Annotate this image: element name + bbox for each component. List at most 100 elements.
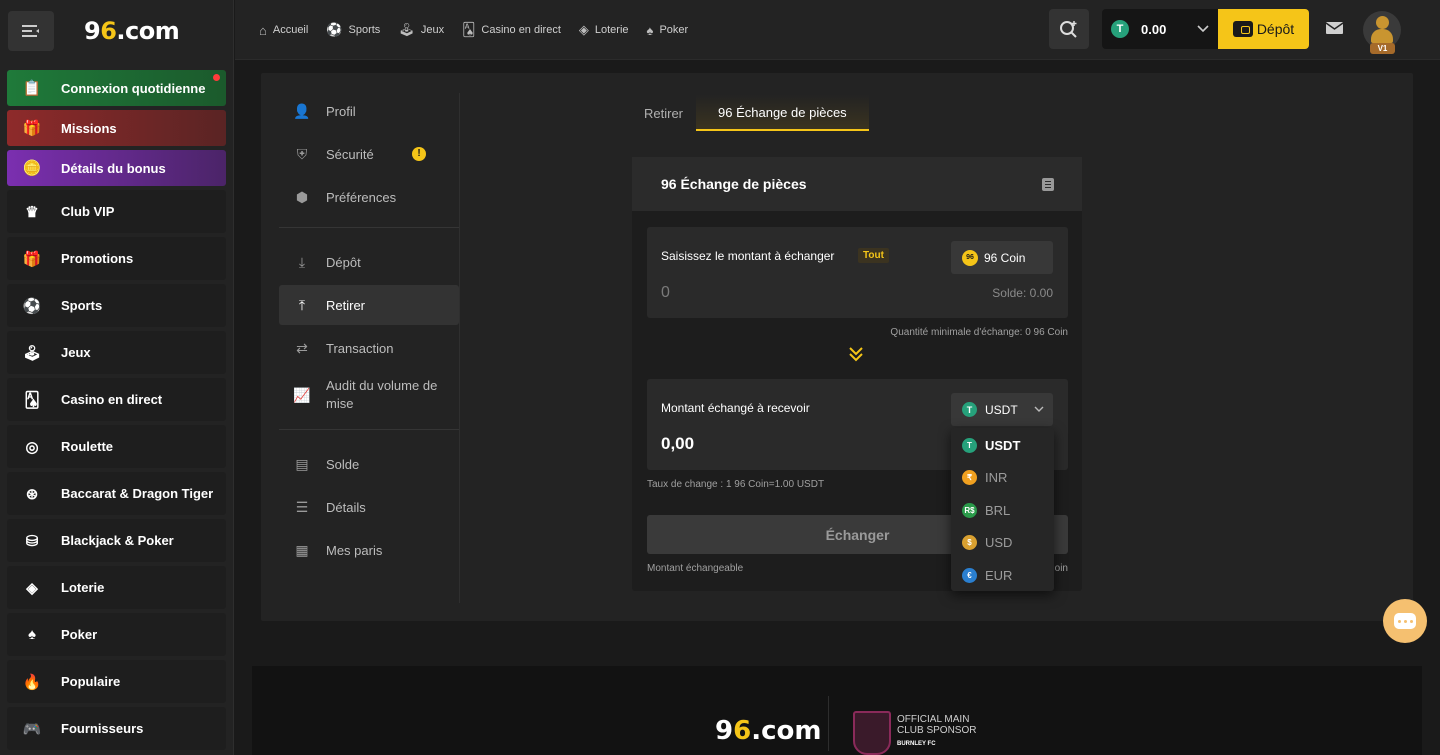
- all-button[interactable]: Tout: [858, 248, 889, 263]
- exchange-input-box: Saisissez le montant à échanger Tout 96 …: [647, 227, 1068, 318]
- currency-dropdown: T USDT ₹ INR R$ BRL $ USD € EUR: [951, 428, 1054, 591]
- list-icon: ☰: [295, 498, 309, 515]
- account-nav-label: Solde: [326, 456, 360, 472]
- exchange-title: 96 Échange de pièces: [661, 176, 807, 192]
- account-nav-label: Retirer: [326, 297, 366, 313]
- nav-item-casino-en-direct[interactable]: 🂡 Casino en direct: [462, 22, 561, 38]
- brl-icon: R$: [962, 502, 977, 518]
- exchange-rate: Taux de change : 1 96 Coin=1.00 USDT: [647, 479, 825, 490]
- sidebar-item-label: Sports: [61, 298, 103, 313]
- account-nav-solde[interactable]: ▤ Solde: [279, 444, 459, 484]
- sidebar-item-roulette[interactable]: ◎ Roulette: [7, 425, 226, 468]
- nav-item-sports[interactable]: ⚽ Sports: [326, 22, 380, 38]
- double-chevron-down-icon: [848, 345, 864, 363]
- inr-icon: ₹: [962, 470, 977, 486]
- sidebar-item-poker[interactable]: ♠ Poker: [7, 613, 226, 656]
- deposit-label: Dépôt: [1256, 21, 1295, 37]
- sidebar-item-loterie[interactable]: ◈ Loterie: [7, 566, 226, 609]
- sidebar-item-baccarat-dragon-tiger[interactable]: ⊛ Baccarat & Dragon Tiger: [7, 472, 226, 515]
- mail-icon[interactable]: [1325, 20, 1345, 36]
- notification-dot: [213, 74, 220, 81]
- chip-icon: ⛁: [25, 532, 39, 550]
- wallet-icon: [1232, 21, 1253, 37]
- nav-item-jeux[interactable]: 🕹 Jeux: [398, 22, 444, 38]
- sidebar-item-label: Missions: [61, 120, 117, 136]
- nav-item-accueil[interactable]: ⌂ Accueil: [259, 23, 308, 38]
- soccer-ball-icon: ⚽: [326, 22, 343, 37]
- account-nav-s-curit-[interactable]: ⛨ Sécurité!: [279, 134, 459, 174]
- sidebar-item-club-vip[interactable]: ♛ Club VIP: [7, 190, 226, 233]
- account-panel: 👤 Profil ⛨ Sécurité! ⬢ Préférences ⤓ Dépôt ⤒ Ret…: [261, 73, 1413, 621]
- currency-option-eur[interactable]: € EUR: [951, 559, 1054, 592]
- coin-label: 96 Coin: [984, 250, 1026, 265]
- sidebar-item-populaire[interactable]: 🔥 Populaire: [7, 660, 226, 703]
- account-nav-pr-f-rences[interactable]: ⬢ Préférences: [279, 177, 459, 217]
- currency-selector[interactable]: T USDT: [951, 393, 1053, 426]
- account-nav-label: Préférences: [326, 189, 397, 205]
- chat-support-button[interactable]: [1383, 599, 1427, 643]
- currency-option-label: INR: [985, 470, 1008, 486]
- menu-icon: [22, 25, 39, 37]
- currency-option-usd[interactable]: $ USD: [951, 527, 1054, 560]
- nav-item-label: Poker: [659, 24, 689, 36]
- transfer-icon: ⇄: [296, 339, 308, 356]
- divider: [279, 227, 459, 228]
- account-nav-mes-paris[interactable]: ▦ Mes paris: [279, 530, 459, 570]
- menu-toggle-button[interactable]: [8, 11, 54, 51]
- sidebar-item-fournisseurs[interactable]: 🎮 Fournisseurs: [7, 707, 226, 750]
- sidebar-item-label: Populaire: [61, 674, 121, 689]
- chat-icon: [1394, 613, 1416, 629]
- sidebar-item-missions[interactable]: 🎁 Missions: [7, 110, 226, 146]
- currency-option-usdt[interactable]: T USDT: [951, 429, 1054, 462]
- sidebar-item-casino-en-direct[interactable]: 🂡 Casino en direct: [7, 378, 226, 421]
- account-nav-label: Sécurité: [326, 146, 374, 162]
- account-nav-transaction[interactable]: ⇄ Transaction: [279, 328, 459, 368]
- amount-input[interactable]: 0: [661, 284, 670, 302]
- tab-retirer[interactable]: Retirer: [631, 95, 696, 131]
- nav-item-poker[interactable]: ♠ Poker: [647, 23, 689, 38]
- sidebar-item-connexion-quotidienne[interactable]: 📋 Connexion quotidienne: [7, 70, 226, 106]
- sidebar-item-jeux[interactable]: 🕹 Jeux: [7, 331, 226, 374]
- divider: [828, 696, 829, 751]
- search-button[interactable]: [1049, 9, 1089, 49]
- account-nav-audit-du-volume-de-mise[interactable]: 📈 Audit du volume de mise: [279, 371, 459, 419]
- spade-icon: ♠: [646, 22, 654, 38]
- cards-icon: 🂡: [24, 391, 40, 409]
- sidebar-item-blackjack-poker[interactable]: ⛁ Blackjack & Poker: [7, 519, 226, 562]
- currency-option-inr[interactable]: ₹ INR: [951, 462, 1054, 495]
- account-nav-profil[interactable]: 👤 Profil: [279, 91, 459, 131]
- sidebar-item-label: Roulette: [61, 439, 113, 454]
- account-nav-retirer[interactable]: ⤒ Retirer: [279, 285, 459, 325]
- top-bar: ⌂ Accueil ⚽ Sports 🕹 Jeux 🂡 Casino en direct ◈ Lo…: [235, 0, 1440, 60]
- home-icon: ⌂: [259, 22, 267, 38]
- site-logo[interactable]: 96.com: [84, 17, 180, 45]
- currency-option-brl[interactable]: R$ BRL: [951, 494, 1054, 527]
- currency-option-label: USD: [985, 535, 1013, 551]
- account-nav-label: Détails: [326, 499, 366, 515]
- nav-item-loterie[interactable]: ◈ Loterie: [579, 22, 629, 38]
- footer: 96.com OFFICIAL MAIN CLUB SPONSOR BURNLE…: [252, 666, 1422, 755]
- deposit-button[interactable]: Dépôt: [1218, 9, 1309, 49]
- divider: [459, 93, 460, 603]
- footer-logo: 96.com: [715, 716, 822, 746]
- tab-coin-exchange[interactable]: 96 Échange de pièces: [696, 95, 869, 131]
- sidebar-item-promotions[interactable]: 🎁 Promotions: [7, 237, 226, 280]
- usdt-icon: T: [1111, 20, 1129, 38]
- sidebar-item-sports[interactable]: ⚽ Sports: [7, 284, 226, 327]
- receive-label: Montant échangé à recevoir: [661, 401, 810, 415]
- warning-icon: !: [412, 147, 426, 161]
- top-navigation: ⌂ Accueil ⚽ Sports 🕹 Jeux 🂡 Casino en direct ◈ Lo…: [259, 0, 706, 60]
- globe-chip-icon: ⊛: [25, 485, 39, 503]
- account-nav-label: Profil: [326, 103, 356, 119]
- account-nav-d-tails[interactable]: ☰ Détails: [279, 487, 459, 527]
- user-avatar[interactable]: V1: [1363, 11, 1401, 54]
- wallet-selector[interactable]: T 0.00: [1102, 9, 1218, 49]
- wallet-icon: ▤: [295, 455, 309, 472]
- coin-selector[interactable]: 96 96 Coin: [951, 241, 1053, 274]
- document-icon[interactable]: [1042, 178, 1054, 191]
- user-icon: 👤: [293, 102, 311, 119]
- sidebar-item-label: Promotions: [61, 251, 134, 266]
- account-nav-d-p-t[interactable]: ⤓ Dépôt: [279, 242, 459, 282]
- sidebar-item-d-tails-du-bonus[interactable]: 🪙 Détails du bonus: [7, 150, 226, 186]
- joystick-icon: 🕹: [22, 344, 42, 362]
